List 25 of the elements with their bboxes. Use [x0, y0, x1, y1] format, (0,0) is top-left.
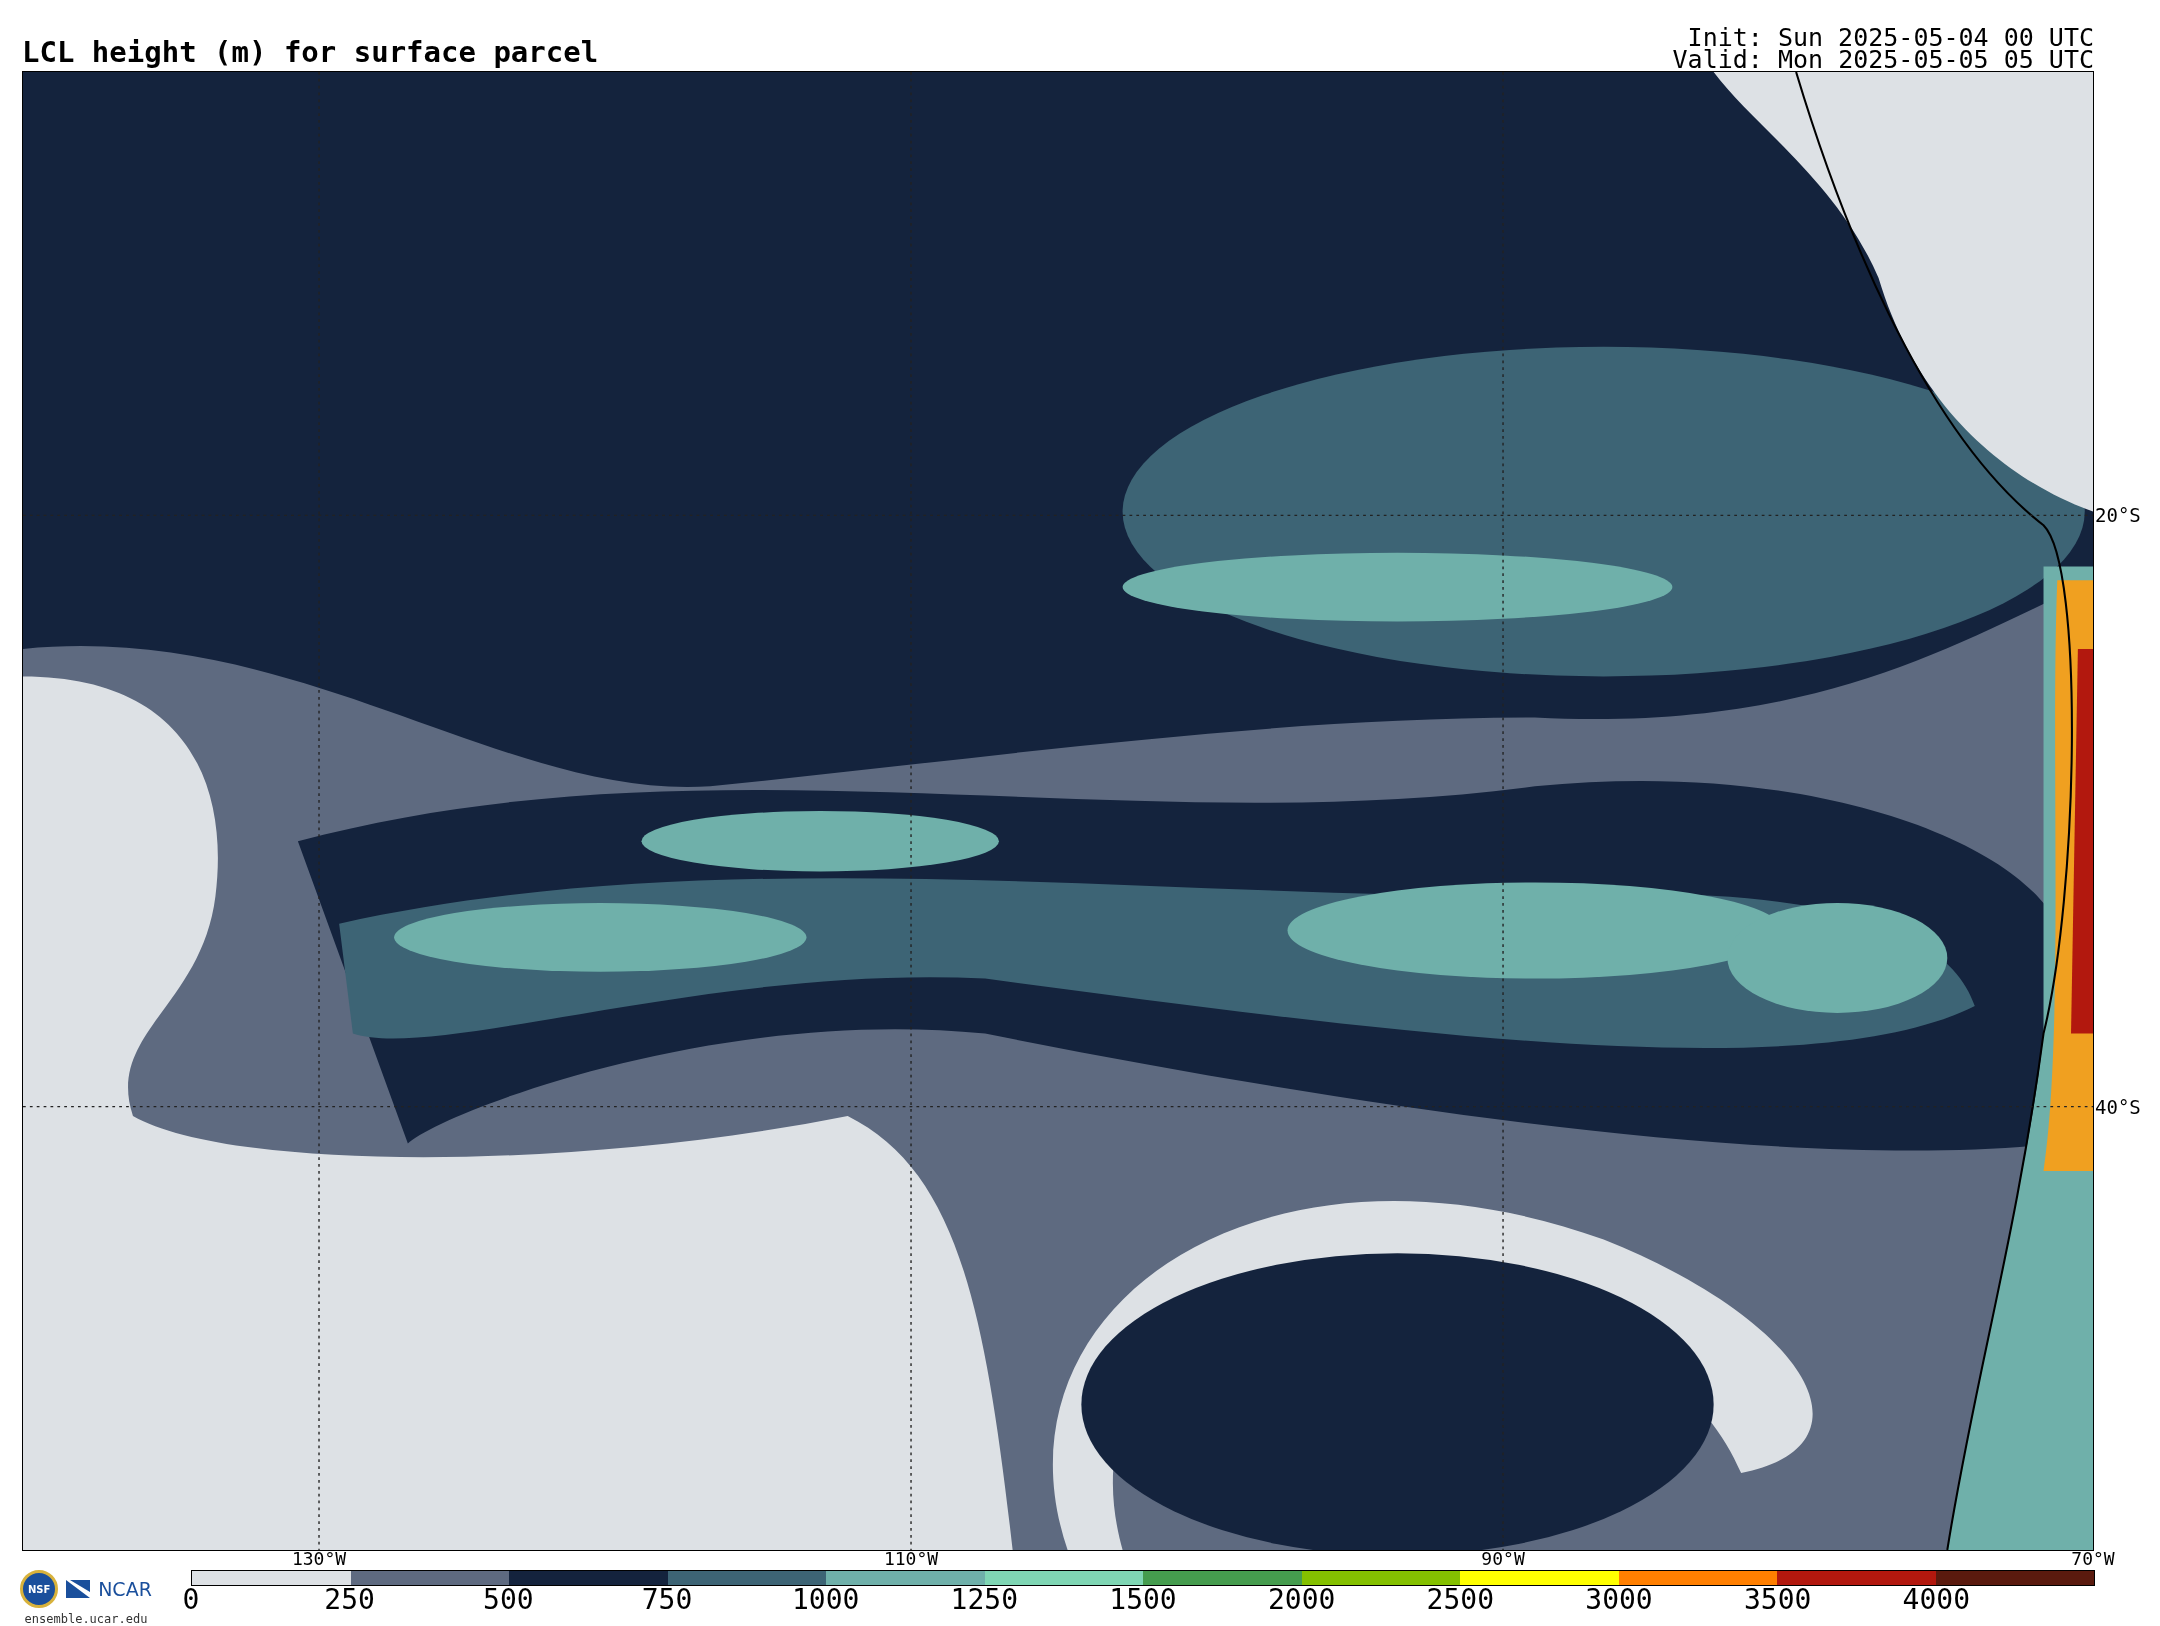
color-bar-tick: 1500: [1109, 1586, 1177, 1614]
color-bar-tick: 3000: [1585, 1586, 1653, 1614]
color-bar-tick: 2000: [1267, 1586, 1336, 1614]
color-bar-tick: 1000: [791, 1586, 860, 1614]
color-bar-tick: 500: [483, 1586, 534, 1614]
longitude-label: 70°W: [2071, 1550, 2115, 1568]
ncar-logo-text: NCAR: [98, 1578, 152, 1600]
longitude-label: 90°W: [1481, 1550, 1525, 1568]
color-bar-tick: 3500: [1743, 1586, 1812, 1614]
color-bar-tick: 2500: [1426, 1586, 1495, 1614]
color-bar-tick: 4000: [1902, 1586, 1971, 1614]
init-time: Init: Sun 2025-05-04 00 UTC: [1687, 27, 2094, 49]
longitude-label: 110°W: [883, 1550, 939, 1568]
site-url: ensemble.ucar.edu: [24, 1612, 148, 1626]
ncar-logo-icon: [66, 1580, 91, 1598]
color-bar-tick: 750: [641, 1586, 693, 1614]
longitude-label: 130°W: [291, 1550, 347, 1568]
nsf-logo: NSF: [20, 1570, 59, 1608]
latitude-label: 20°S: [2094, 504, 2141, 527]
latitude-label: 40°S: [2094, 1095, 2141, 1118]
color-bar-tick: 1250: [950, 1586, 1019, 1614]
valid-time: Valid: Mon 2025-05-05 05 UTC: [1672, 49, 2094, 71]
chart-title: LCL height (m) for surface parcel: [22, 38, 599, 71]
color-bar-tick: 250: [324, 1586, 375, 1614]
color-bar-tick: 0: [182, 1586, 200, 1614]
